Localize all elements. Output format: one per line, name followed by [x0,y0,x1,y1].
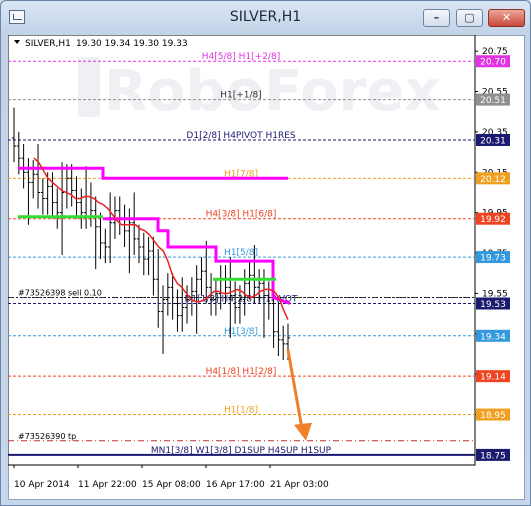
x-tick-label: 16 Apr 17:00 [206,480,265,490]
title-bar[interactable]: SILVER,H1 – ▢ ✕ [1,1,530,35]
close-button[interactable]: ✕ [488,9,525,27]
minimize-button[interactable]: – [423,9,450,27]
price-box-label: 19.53 [480,300,506,310]
level-label-h4-3-8-h1-6-8: H4[3/8] H1[6/8] [206,210,277,220]
price-box-label: 20.31 [480,136,506,146]
order-label: #73526390 tp [18,432,76,441]
level-label-h1-1-8: H1[+1/8] [220,91,262,101]
chart-symbol: SILVER,H1 [25,39,71,49]
x-tick-label: 21 Apr 03:00 [270,480,329,490]
price-box-label: 18.75 [480,451,506,461]
price-box-label: 18.95 [480,411,506,421]
watermark-text: RoboForex [104,59,440,124]
x-tick-label: 11 Apr 22:00 [78,480,137,490]
chart-ohlc: 19.30 19.34 19.30 19.33 [76,39,188,49]
price-box-label: 20.51 [480,96,506,106]
window-title: SILVER,H1 [229,9,302,25]
price-box-label: 19.92 [480,215,506,225]
x-tick-label: 15 Apr 08:00 [142,480,201,490]
level-label-d1-2-8-h4pivot-h1res: D1[2/8] H4PIVOT H1RES [186,131,295,141]
price-box-label: 20.12 [480,175,506,185]
level-label-h4-5-8-h1-2-8: H4[5/8] H1[+2/8] [202,52,280,62]
level-label-mn1-3-8-w1-3-8-d1sup-h4sup-h1sup: MN1[3/8] W1[3/8] D1SUP H4SUP H1SUP [151,446,332,456]
maximize-button[interactable]: ▢ [456,9,483,27]
price-box-label: 19.14 [480,373,506,383]
order-label: #73526398 sell 0.10 [18,288,102,297]
price-box-label: 19.73 [480,254,506,264]
level-label-h4-1-8-h1-2-8: H4[1/8] H1[2/8] [206,367,277,377]
price-chart[interactable]: RoboForex H4[5/8] H1[+2/8] H1[+1/8] D1[2/8… [8,35,523,498]
x-tick-label: 10 Apr 2014 [14,480,70,490]
price-box-label: 20.70 [480,58,506,68]
price-box-label: 19.34 [480,332,506,342]
level-label-h1-1-8: H1[1/8] [224,406,258,416]
level-label-h1-5-8: H1[5/8] [224,248,258,258]
level-label-h1-3-8: H1[3/8] [224,327,258,337]
